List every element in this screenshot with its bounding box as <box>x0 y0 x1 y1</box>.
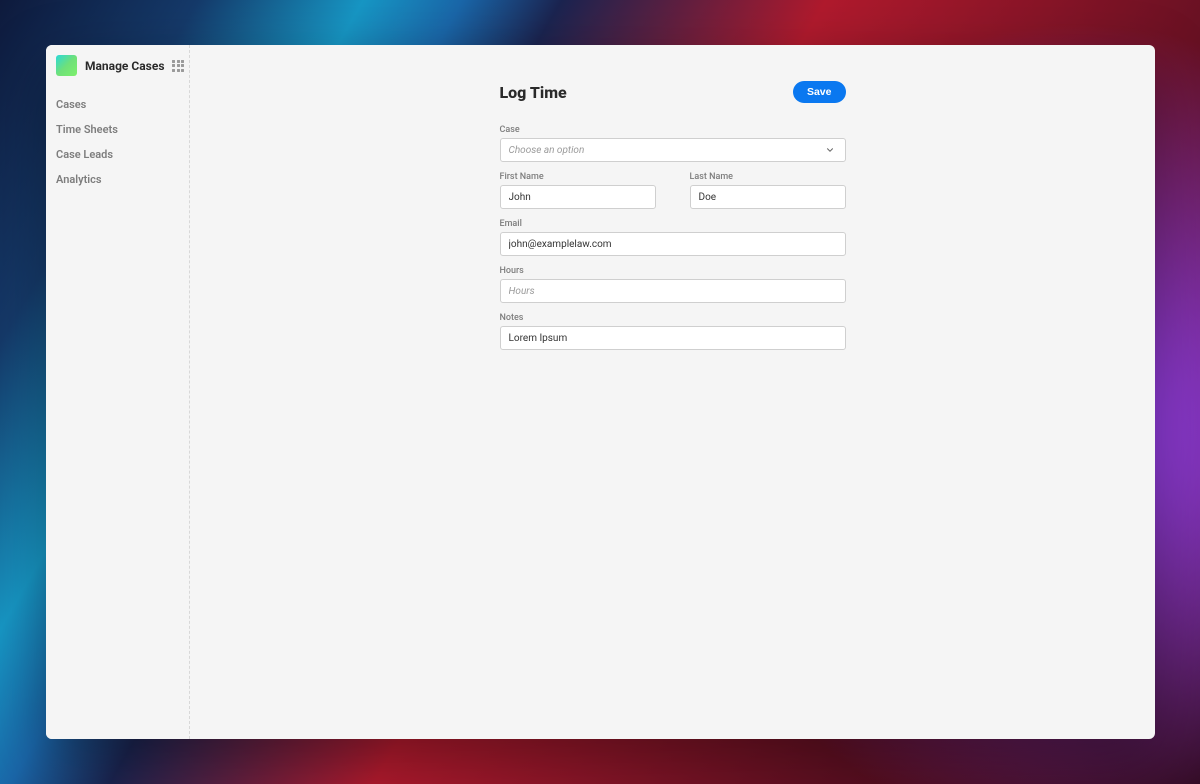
field-hours: Hours <box>500 266 846 303</box>
page-header: Log Time Save <box>500 81 846 103</box>
label-email: Email <box>500 219 846 229</box>
save-button[interactable]: Save <box>793 81 846 103</box>
label-first-name: First Name <box>500 172 656 182</box>
label-case: Case <box>500 125 846 135</box>
log-time-form: Log Time Save Case Choose an option Firs… <box>500 81 846 350</box>
sidebar-header: Manage Cases <box>46 45 189 90</box>
field-last-name: Last Name <box>690 172 846 209</box>
field-email: Email <box>500 219 846 256</box>
main-content: Log Time Save Case Choose an option Firs… <box>190 45 1155 739</box>
sidebar-nav: Cases Time Sheets Case Leads Analytics <box>46 90 189 194</box>
label-last-name: Last Name <box>690 172 846 182</box>
nav-item-cases[interactable]: Cases <box>56 92 179 117</box>
nav-item-case-leads[interactable]: Case Leads <box>56 142 179 167</box>
first-name-input[interactable] <box>500 185 656 209</box>
last-name-input[interactable] <box>690 185 846 209</box>
nav-item-analytics[interactable]: Analytics <box>56 167 179 192</box>
notes-input[interactable] <box>500 326 846 350</box>
app-title: Manage Cases <box>85 59 164 73</box>
page-title: Log Time <box>500 83 567 102</box>
label-hours: Hours <box>500 266 846 276</box>
field-notes: Notes <box>500 313 846 350</box>
field-case: Case Choose an option <box>500 125 846 162</box>
name-row: First Name Last Name <box>500 172 846 219</box>
app-logo <box>56 55 77 76</box>
email-input[interactable] <box>500 232 846 256</box>
hours-input[interactable] <box>500 279 846 303</box>
app-window: Manage Cases Cases Time Sheets Case Lead… <box>46 45 1155 739</box>
nav-item-time-sheets[interactable]: Time Sheets <box>56 117 179 142</box>
case-select[interactable]: Choose an option <box>500 138 846 162</box>
field-first-name: First Name <box>500 172 656 209</box>
label-notes: Notes <box>500 313 846 323</box>
apps-grid-icon[interactable] <box>172 60 184 72</box>
chevron-down-icon <box>823 143 837 157</box>
sidebar: Manage Cases Cases Time Sheets Case Lead… <box>46 45 190 739</box>
case-select-placeholder: Choose an option <box>509 145 585 156</box>
